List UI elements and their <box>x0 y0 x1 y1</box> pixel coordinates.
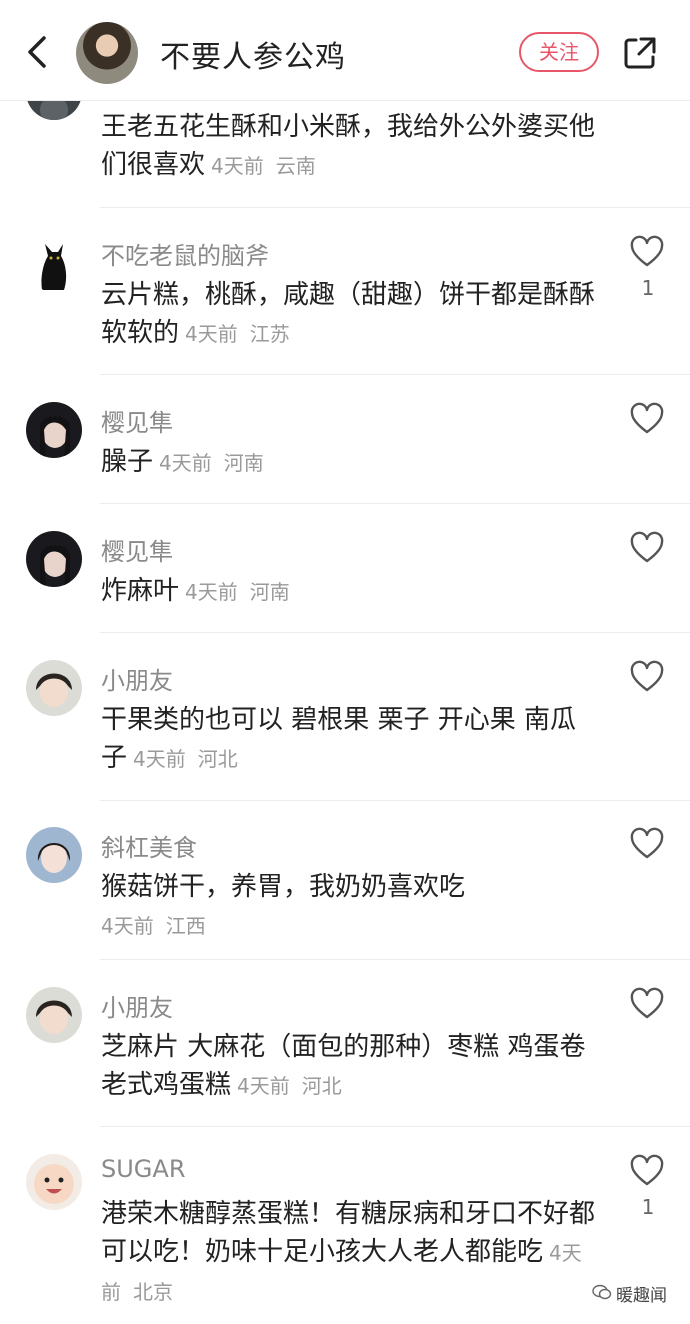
comment-item: 樱见隼 臊子 4天前 河南 <box>0 375 690 504</box>
comment-location: 江苏 <box>249 322 290 346</box>
comment-location: 北京 <box>133 1280 173 1304</box>
comment-location: 河南 <box>249 580 290 604</box>
back-arrow-icon[interactable] <box>22 34 52 70</box>
like-heart-icon[interactable] <box>630 531 664 565</box>
comment-item: 小朋友 干果类的也可以 碧根果 栗子 开心果 南瓜子 4天前 河北 <box>0 633 690 801</box>
comment-text: 臊子 4天前 河南 <box>101 447 264 477</box>
comment-text: 干果类的也可以 碧根果 栗子 开心果 南瓜子 4天前 河北 <box>101 705 577 773</box>
comment-author[interactable]: SUGAR <box>101 1155 186 1183</box>
comment-time: 4天前 <box>185 322 238 346</box>
comment-time: 4天前 <box>133 747 186 771</box>
comment-location: 河北 <box>197 747 238 771</box>
comment-author[interactable]: 斜杠美食 <box>101 828 197 863</box>
comment-item: 斜杠美食 猴菇饼干，养胃，我奶奶喜欢吃 4天前 江西 <box>0 801 690 960</box>
like-count: 1 <box>641 1195 655 1219</box>
comment-author[interactable]: 樱见隼 <box>101 403 173 438</box>
comment-text: 王老五花生酥和小米酥，我给外公外婆买他们很喜欢 4天前 云南 <box>101 112 596 180</box>
avatar[interactable] <box>26 1154 82 1210</box>
comment-time: 4天前 <box>211 154 264 178</box>
comment-author[interactable]: 不吃老鼠的脑斧 <box>101 236 269 271</box>
author-avatar[interactable] <box>76 22 138 84</box>
comment-location: 河南 <box>223 451 264 475</box>
comment-time: 4天前 <box>101 914 154 938</box>
follow-button[interactable]: 关注 <box>519 32 599 72</box>
wechat-icon <box>592 1284 612 1300</box>
top-bar: 不要人参公鸡 关注 <box>0 0 690 101</box>
avatar[interactable] <box>26 402 82 458</box>
comment-text: 港荣木糖醇蒸蛋糕！有糖尿病和牙口不好都可以吃！奶味十足小孩大人老人都能吃 4天前北… <box>101 1199 596 1304</box>
comment-author[interactable]: 小朋友 <box>101 661 173 696</box>
comment-author[interactable]: 樱见隼 <box>101 532 173 567</box>
avatar[interactable] <box>26 987 82 1043</box>
like-heart-icon[interactable] <box>630 1154 664 1188</box>
like-heart-icon[interactable] <box>630 827 664 861</box>
comment-text: 炸麻叶 4天前 河南 <box>101 576 290 606</box>
comment-time: 4天前 <box>185 580 238 604</box>
comment-text: 云片糕，桃酥，咸趣（甜趣）饼干都是酥酥软软的 4天前 江苏 <box>101 280 596 348</box>
like-heart-icon[interactable] <box>630 402 664 436</box>
comment-time: 4天前 <box>159 451 212 475</box>
like-heart-icon[interactable] <box>630 235 664 269</box>
avatar[interactable] <box>26 660 82 716</box>
avatar[interactable] <box>26 236 82 292</box>
comment-location: 河北 <box>301 1074 342 1098</box>
comment-item: SUGAR 港荣木糖醇蒸蛋糕！有糖尿病和牙口不好都可以吃！奶味十足小孩大人老人都… <box>0 1127 690 1324</box>
comment-author[interactable]: 小朋友 <box>101 988 173 1023</box>
comment-text: 芝麻片 大麻花（面包的那种）枣糕 鸡蛋卷 老式鸡蛋糕 4天前 河北 <box>101 1032 586 1100</box>
avatar[interactable] <box>26 827 82 883</box>
comment-item: 樱见隼 炸麻叶 4天前 河南 <box>0 504 690 633</box>
author-name[interactable]: 不要人参公鸡 <box>160 32 346 76</box>
comment-time: 4天前 <box>237 1074 290 1098</box>
avatar[interactable] <box>26 531 82 587</box>
comment-location: 云南 <box>275 154 316 178</box>
comment-item: 小朋友 芝麻片 大麻花（面包的那种）枣糕 鸡蛋卷 老式鸡蛋糕 4天前 河北 <box>0 960 690 1127</box>
watermark-text: 暖趣闻 <box>616 1286 667 1306</box>
share-icon[interactable] <box>622 35 658 71</box>
comment-location: 江西 <box>165 914 206 938</box>
like-heart-icon[interactable] <box>630 987 664 1021</box>
comment-item: 不吃老鼠的脑斧 云片糕，桃酥，咸趣（甜趣）饼干都是酥酥软软的 4天前 江苏 1 <box>0 208 690 375</box>
like-heart-icon[interactable] <box>630 660 664 694</box>
like-count: 1 <box>641 276 655 300</box>
comment-text: 猴菇饼干，养胃，我奶奶喜欢吃 4天前 江西 <box>101 872 466 938</box>
